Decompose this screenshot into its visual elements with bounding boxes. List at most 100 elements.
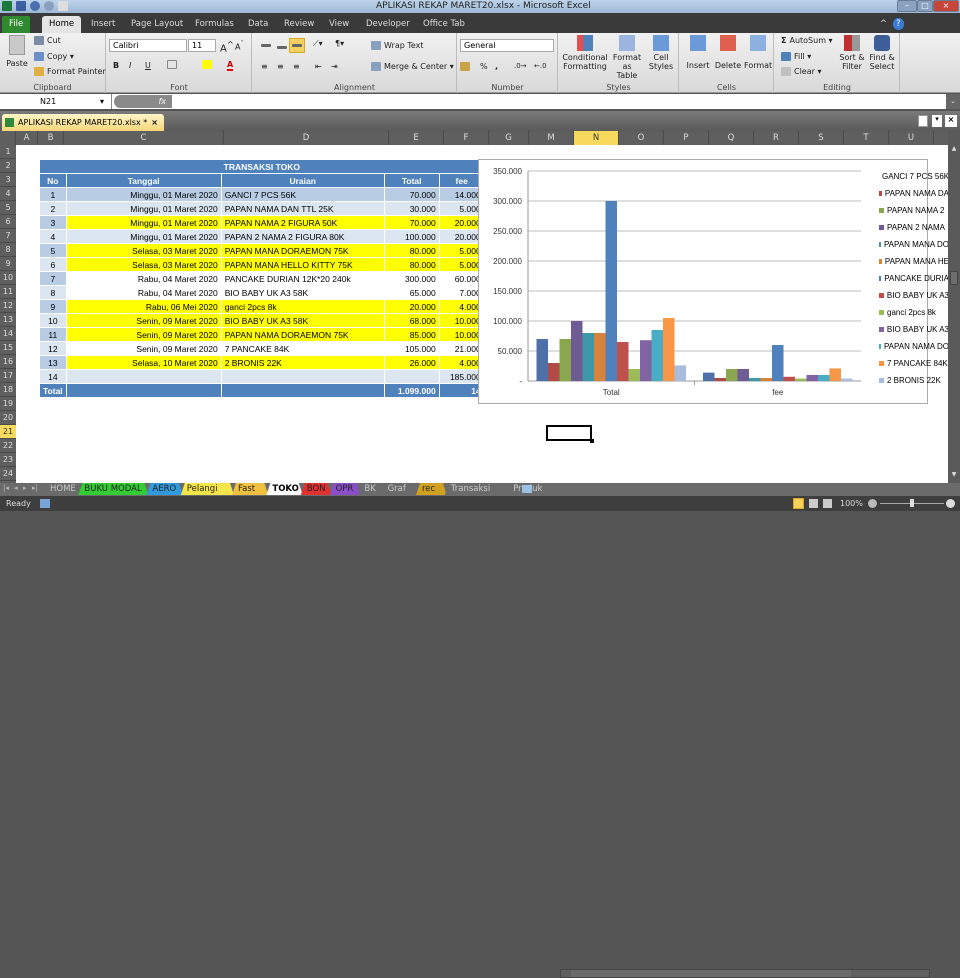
row-header-13[interactable]: 13 [0,313,16,327]
align-bottom-button[interactable] [289,38,305,53]
legend-item[interactable]: 7 PANCAKE 84K [879,355,949,372]
cell-total[interactable] [383,369,440,384]
bar-total-9[interactable] [640,340,652,381]
legend-item[interactable]: PANCAKE DURIA [879,270,949,287]
cell-tanggal[interactable]: Minggu, 01 Maret 2020 [65,187,222,202]
total-label[interactable]: Total [39,383,67,398]
font-color-button[interactable]: A [227,60,234,71]
new-document-icon[interactable] [918,115,928,127]
bar-fee-1[interactable] [714,378,727,381]
row-header-18[interactable]: 18 [0,383,16,397]
bold-button[interactable]: B [113,61,119,70]
horizontal-scrollbar[interactable] [560,969,930,978]
zoom-out-button[interactable] [868,499,877,508]
row-header-17[interactable]: 17 [0,369,16,383]
undo-icon[interactable] [30,1,40,11]
row-header-15[interactable]: 15 [0,341,16,355]
row-header-11[interactable]: 11 [0,285,16,299]
row-header-21[interactable]: 21 [0,425,16,439]
sort-filter-button[interactable]: Sort & Filter [837,35,867,71]
cell-total[interactable]: 85.000 [383,327,440,342]
autosum-button[interactable]: Σ AutoSum ▾ [781,36,833,45]
sheet-tab-fast[interactable]: Fast [232,483,268,495]
increase-indent-button[interactable]: ⇥ [331,62,338,71]
scroll-down-arrow[interactable]: ▼ [948,471,960,481]
bar-total-6[interactable] [605,201,618,381]
wrap-text-button[interactable]: Wrap Text [371,41,424,50]
minimize-ribbon-icon[interactable]: ^ [880,16,887,33]
cell-no[interactable]: 5 [39,243,67,258]
print-preview-icon[interactable] [58,1,68,11]
worksheet-grid[interactable]: TRANSAKSI TOKO No Tanggal Uraian Total fee 1 Mi… [16,145,949,483]
zoom-in-button[interactable] [946,499,955,508]
column-header-u[interactable]: U [889,131,934,145]
cell-empty[interactable] [65,383,222,398]
align-center-button[interactable]: ≡ [277,62,284,71]
cell-uraian[interactable]: GANCI 7 PCS 56K [220,187,385,202]
row-header-6[interactable]: 6 [0,215,16,229]
horizontal-scroll-thumb[interactable] [571,970,851,977]
cell-no[interactable]: 11 [39,327,67,342]
sheet-tab-toko[interactable]: TOKO [266,483,302,495]
italic-button[interactable]: I [129,61,131,70]
format-painter-button[interactable]: Format Painter [34,67,106,76]
row-header-12[interactable]: 12 [0,299,16,313]
name-box-dropdown-icon[interactable]: ▾ [100,97,104,106]
bar-total-8[interactable] [628,369,641,381]
row-header-1[interactable]: 1 [0,145,16,159]
row-header-16[interactable]: 16 [0,355,16,369]
sheet-tab-bon[interactable]: BON [301,483,332,495]
cell-uraian[interactable]: PAPAN NAMA DORAEMON 75K [220,327,385,342]
sheet-tab-rec[interactable]: rec [416,483,447,495]
sheet-nav-prev-icon[interactable]: ◂ [14,484,18,492]
bar-total-7[interactable] [617,342,629,381]
fill-button[interactable]: Fill ▾ [781,52,811,61]
zoom-level[interactable]: 100% [840,496,863,511]
cell-no[interactable]: 3 [39,215,67,230]
column-header-c[interactable]: C [64,131,224,145]
restore-button[interactable]: □ [917,0,933,12]
tab-formulas[interactable]: Formulas [188,16,241,33]
cell-no[interactable]: 4 [39,229,67,244]
tab-file[interactable]: File [2,16,31,33]
delete-cells-button[interactable]: Delete [714,35,742,70]
name-box[interactable]: N21 ▾ [0,94,112,109]
column-header-m[interactable]: M [529,131,574,145]
row-header-22[interactable]: 22 [0,439,16,453]
sheet-tab-pelangi[interactable]: Pelangi [181,483,234,495]
cell-uraian[interactable]: ganci 2pcs 8k [220,299,385,314]
row-header-5[interactable]: 5 [0,201,16,215]
copy-button[interactable]: Copy ▾ [34,52,74,61]
bar-total-12[interactable] [674,365,687,381]
close-tab-icon[interactable]: × [151,114,158,131]
legend-item[interactable]: PAPAN 2 NAMA [879,219,949,236]
bar-total-5[interactable] [594,333,606,381]
font-size-select[interactable]: 11 [188,39,216,52]
bar-chart[interactable]: - 50.000 100.000 150.000 200.000 250.000 300.0… [478,159,949,404]
cell-uraian[interactable]: PAPAN NAMA 2 FIGURA 50K [220,215,385,230]
column-header-d[interactable]: D [224,131,389,145]
cell-no[interactable]: 7 [39,271,67,286]
cell-total[interactable]: 105.000 [383,341,440,356]
bar-fee-8[interactable] [795,378,807,381]
sheet-tab-bk[interactable]: BK [358,483,383,495]
conditional-formatting-button[interactable]: Conditional Formatting [562,35,608,71]
bar-fee-3[interactable] [737,369,750,381]
selected-cell-n21[interactable] [546,425,594,443]
column-header-t[interactable]: T [844,131,889,145]
sheet-tab-buku-modal[interactable]: BUKU MODAL [78,483,148,495]
cell-tanggal[interactable]: Selasa, 10 Maret 2020 [65,355,222,370]
bar-fee-11[interactable] [829,368,842,381]
tab-review[interactable]: Review [277,16,321,33]
legend-item[interactable]: BIO BABY UK A3 [879,287,949,304]
row-header-7[interactable]: 7 [0,229,16,243]
underline-button[interactable]: U [145,61,151,70]
orientation-button[interactable]: ⟋▾ [313,39,323,49]
align-left-button[interactable]: ≡ [261,62,268,71]
formula-input[interactable] [174,94,946,109]
align-right-button[interactable]: ≡ [293,62,300,71]
number-format-select[interactable]: General [460,39,554,52]
tab-office-tab[interactable]: Office Tab [416,16,472,33]
fill-color-button[interactable] [202,60,215,69]
page-layout-view-button[interactable] [809,499,818,508]
